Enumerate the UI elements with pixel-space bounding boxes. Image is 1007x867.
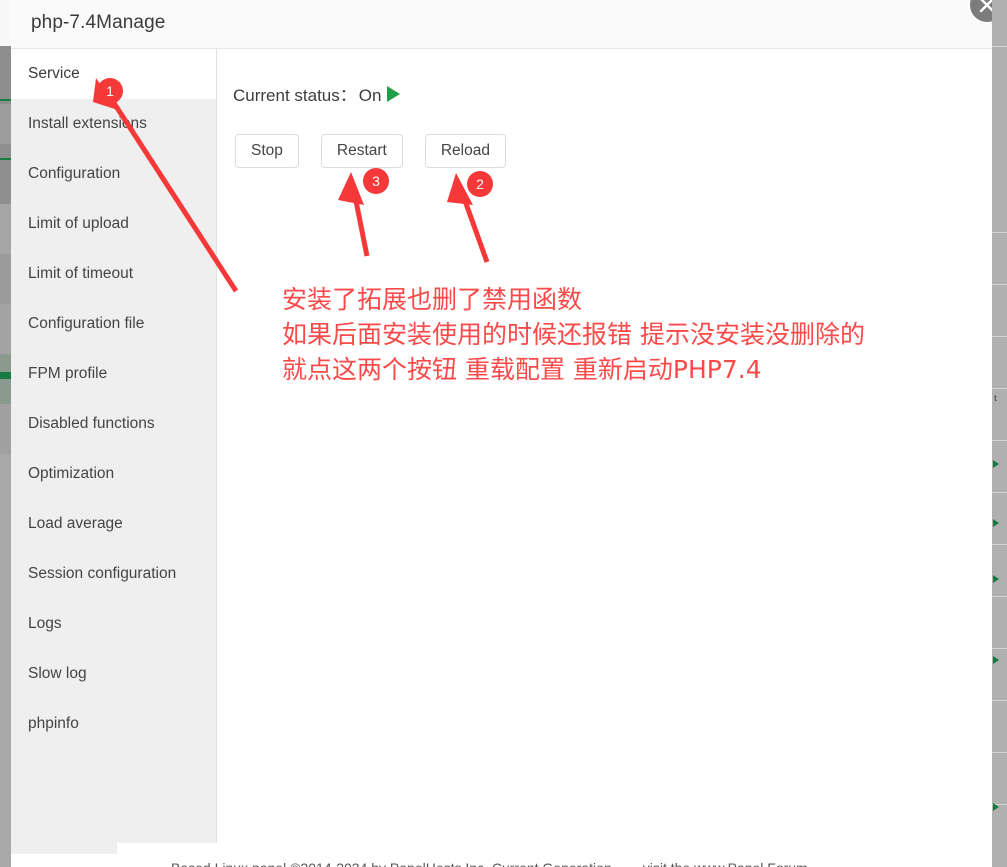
footer-text: Based Linux panel ©2014-2024 by PanelHos… — [171, 860, 830, 867]
sidebar-item-slow-log[interactable]: Slow log — [11, 649, 216, 699]
sidebar-item-service[interactable]: Service — [11, 49, 216, 99]
sidebar-item-session-configuration[interactable]: Session configuration — [11, 549, 216, 599]
sidebar-item-logs[interactable]: Logs — [11, 599, 216, 649]
annotation-line-2: 如果后面安装使用的时候还报错 提示没安装没删除的 — [282, 320, 865, 349]
current-status-value: On — [358, 86, 382, 105]
background-window-right-edge: t — [992, 0, 1007, 867]
sidebar-item-configuration[interactable]: Configuration — [11, 149, 216, 199]
dialog-titlebar: php-7.4Manage — [11, 0, 992, 49]
green-marker-icon — [993, 460, 999, 468]
sidebar: Service Install extensions Configuration Li… — [11, 49, 217, 843]
restart-button[interactable]: Restart — [320, 134, 403, 169]
annotation-line-1: 安装了拓展也删了禁用函数 — [282, 285, 583, 314]
page-title: php-7.4Manage — [31, 12, 166, 33]
annotation-text: 安装了拓展也删了禁用函数如果后面安装使用的时候还报错 提示没安装没删除的 就点这两… — [282, 282, 865, 387]
sidebar-item-load-average[interactable]: Load average — [11, 499, 216, 549]
annotation-line-3: 就点这两个按钮 重载配置 重新启动PHP7.4 — [282, 355, 762, 384]
php-manage-dialog: php-7.4Manage Service Install extensions C… — [11, 0, 992, 867]
footer-bar: Based Linux panel ©2014-2024 by PanelHos… — [11, 843, 992, 867]
sidebar-item-limit-of-upload[interactable]: Limit of upload — [11, 199, 216, 249]
main-content: Current status： On Stop Restart Reload 安装… — [218, 49, 992, 843]
sidebar-item-disabled-functions[interactable]: Disabled functions — [11, 399, 216, 449]
sidebar-item-phpinfo[interactable]: phpinfo — [11, 699, 216, 749]
green-marker-icon — [993, 575, 999, 583]
sidebar-item-fpm-profile[interactable]: FPM profile — [11, 349, 216, 399]
green-marker-icon — [993, 519, 999, 527]
reload-button[interactable]: Reload — [424, 134, 506, 169]
stop-button[interactable]: Stop — [235, 134, 299, 169]
sidebar-item-install-extensions[interactable]: Install extensions — [11, 99, 216, 149]
sidebar-item-configuration-file[interactable]: Configuration file — [11, 299, 216, 349]
background-window-left-edge — [0, 0, 11, 867]
sidebar-item-optimization[interactable]: Optimization — [11, 449, 216, 499]
play-triangle-icon — [387, 86, 401, 102]
sidebar-item-limit-of-timeout[interactable]: Limit of timeout — [11, 249, 216, 299]
green-marker-icon — [993, 803, 999, 811]
service-action-buttons: Stop Restart Reload — [235, 134, 506, 169]
green-marker-icon — [993, 656, 999, 664]
current-status-label: Current status： — [233, 86, 357, 105]
current-status-row: Current status： On — [233, 81, 401, 106]
